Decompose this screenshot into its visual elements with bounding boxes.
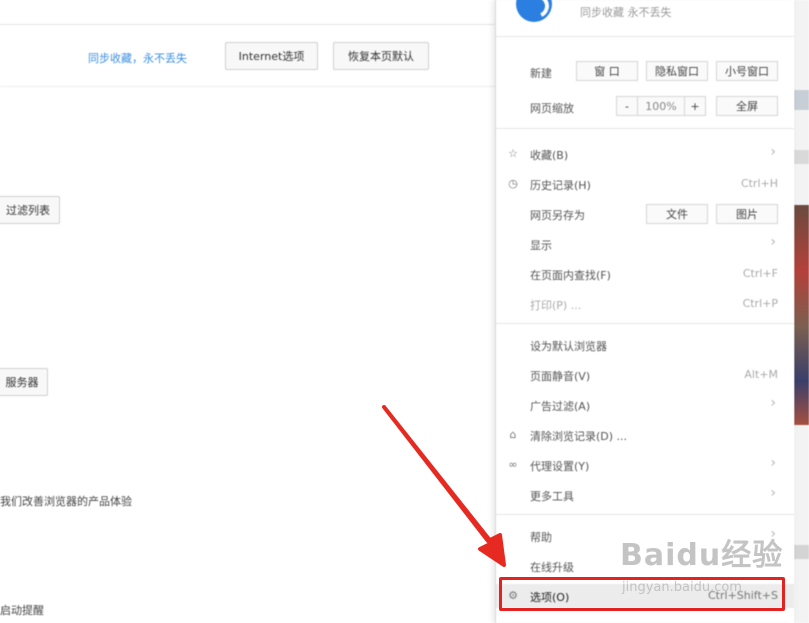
chevron-right-icon: › — [770, 234, 776, 250]
red-arrow-annotation — [382, 405, 506, 567]
menu-item-more-tools[interactable]: 更多工具 › — [496, 484, 794, 506]
chevron-right-icon: › — [770, 144, 776, 160]
shortcut-text: Alt+M — [744, 368, 778, 381]
menu-item-label: 设为默认浏览器 — [530, 340, 607, 353]
divider — [0, 86, 495, 87]
menu-item-print[interactable]: 打印(P) ... Ctrl+P — [496, 293, 794, 315]
thumbnail — [794, 150, 809, 164]
menu-item-label: 代理设置(Y) — [530, 460, 590, 473]
menu-item-find[interactable]: 在页面内查找(F) Ctrl+F — [496, 263, 794, 285]
zoom-in-button[interactable]: + — [684, 96, 706, 116]
shortcut-text: Ctrl+H — [740, 177, 778, 190]
new-private-window-button[interactable]: 隐私窗口 — [646, 61, 708, 81]
menu-item-mute[interactable]: 页面静音(V) Alt+M — [496, 364, 794, 386]
thumbnail — [794, 90, 809, 110]
menu-divider — [496, 36, 794, 37]
zoom-out-button[interactable]: - — [616, 96, 638, 116]
zoom-label: 网页缩放 — [530, 102, 574, 115]
startup-reminder-text: 启动提醒 — [0, 604, 44, 617]
menu-item-label: 更多工具 — [530, 490, 574, 503]
shortcut-text: Ctrl+F — [742, 267, 778, 280]
restore-defaults-button[interactable]: 恢复本页默认 — [333, 42, 429, 70]
new-label: 新建 — [530, 67, 552, 80]
menu-item-label: 广告过滤(A) — [530, 400, 591, 413]
thumbnail — [794, 545, 809, 559]
menu-item-label: 在线升级 — [530, 561, 574, 574]
menu-item-clear-history[interactable]: ⌂ 清除浏览记录(D) ... — [496, 424, 794, 446]
star-icon: ☆ — [508, 147, 518, 160]
browser-logo-icon — [516, 0, 552, 22]
divider — [0, 24, 495, 25]
new-window-button[interactable]: 窗 口 — [576, 61, 638, 81]
shortcut-text: Ctrl+P — [742, 297, 778, 310]
clock-icon: ◷ — [508, 177, 518, 190]
menu-item-label: 帮助 — [530, 531, 552, 544]
menu-item-label: 显示 — [530, 239, 552, 252]
menu-divider — [496, 323, 794, 324]
menu-item-adblock[interactable]: 广告过滤(A) › — [496, 394, 794, 416]
experience-text: 我们改善浏览器的产品体验 — [0, 495, 132, 508]
new-small-window-button[interactable]: 小号窗口 — [716, 61, 778, 81]
watermark-brand: Baidu经验 — [620, 538, 784, 573]
filter-list-button[interactable]: 过滤列表 — [0, 196, 60, 224]
baidu-watermark: Baidu经验 jingyan.baidu.com — [620, 530, 784, 595]
save-as-image-button[interactable]: 图片 — [716, 204, 778, 224]
server-button[interactable]: 服务器 — [0, 368, 48, 396]
menu-item-label: 清除浏览记录(D) ... — [530, 430, 628, 443]
internet-options-button[interactable]: Internet选项 — [225, 42, 318, 70]
chevron-right-icon: › — [770, 395, 776, 411]
menu-item-label: 网页另存为 — [530, 209, 585, 222]
menu-item-label: 页面静音(V) — [530, 370, 591, 383]
watermark-url: jingyan.baidu.com — [622, 580, 742, 595]
menu-item-label: 在页面内查找(F) — [530, 269, 611, 282]
thumbnail-image — [794, 205, 809, 425]
background-page-strip — [794, 0, 809, 623]
save-as-file-button[interactable]: 文件 — [646, 204, 708, 224]
sync-link[interactable]: 同步收藏，永不丢失 — [88, 50, 187, 66]
menu-item-label: 历史记录(H) — [530, 179, 591, 192]
chevron-right-icon: › — [770, 485, 776, 501]
menu-item-history[interactable]: ◷ 历史记录(H) Ctrl+H — [496, 173, 794, 195]
menu-divider — [496, 514, 794, 515]
menu-item-label: 收藏(B) — [530, 149, 569, 162]
menu-item-favorites[interactable]: ☆ 收藏(B) › — [496, 143, 794, 165]
menu-item-proxy[interactable]: ∞ 代理设置(Y) › — [496, 454, 794, 476]
menu-sync-text[interactable]: 同步收藏 永不丢失 — [580, 4, 672, 20]
menu-item-set-default[interactable]: 设为默认浏览器 — [496, 334, 794, 356]
menu-item-label: 打印(P) ... — [530, 299, 582, 312]
menu-divider — [496, 128, 794, 129]
fullscreen-button[interactable]: 全屏 — [716, 96, 778, 116]
chevron-right-icon: › — [770, 455, 776, 471]
menu-item-display[interactable]: 显示 › — [496, 233, 794, 255]
zoom-value: 100% — [638, 96, 684, 116]
